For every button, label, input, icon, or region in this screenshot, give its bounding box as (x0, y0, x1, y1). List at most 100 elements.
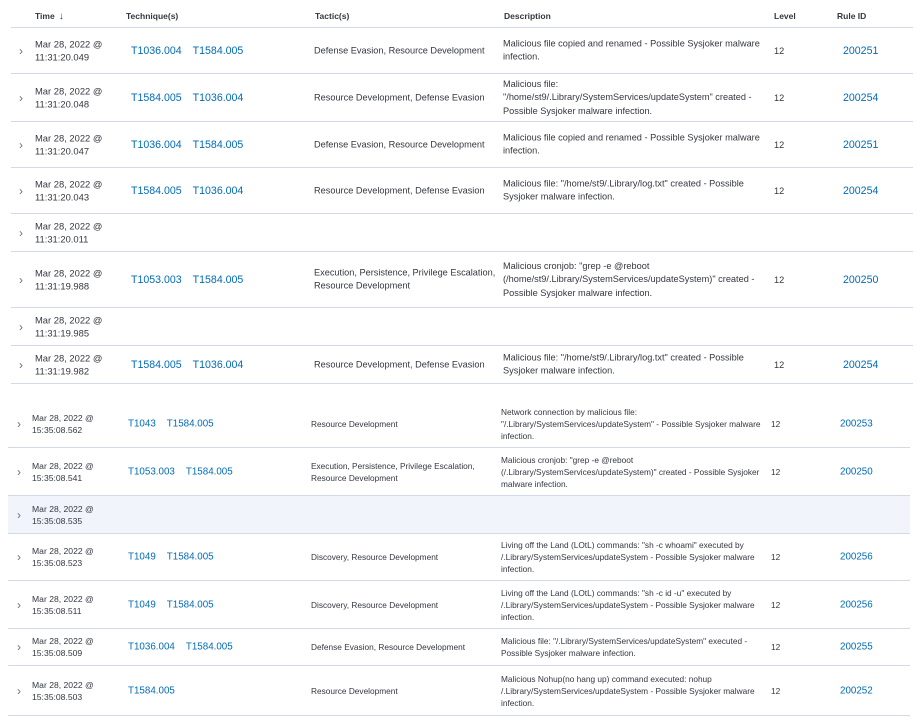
technique-link[interactable]: T1049 (128, 552, 156, 563)
table-row[interactable]: › Mar 28, 2022 @ 11:31:20.049 T1036.004 T158… (11, 28, 913, 74)
table-row[interactable]: › Mar 28, 2022 @15:35:08.503 T1584.005 Reso… (8, 666, 910, 716)
tactics-cell: Defense Evasion, Resource Development (311, 642, 466, 652)
chevron-right-icon[interactable]: › (14, 320, 28, 334)
technique-link[interactable]: T1036.004 (193, 92, 244, 104)
table-row[interactable]: › Mar 28, 2022 @ 11:31:20.043 T1584.005 T103… (11, 168, 913, 214)
technique-link[interactable]: T1584.005 (131, 185, 182, 197)
rule-id-link[interactable]: 200254 (843, 359, 878, 371)
technique-link[interactable]: T1584.005 (167, 599, 214, 610)
rule-id-link[interactable]: 200256 (840, 552, 873, 563)
technique-link[interactable]: T1584.005 (131, 92, 182, 104)
rule-id-link[interactable]: 200256 (840, 599, 873, 610)
chevron-right-icon[interactable]: › (14, 138, 28, 152)
timestamp: Mar 28, 2022 @ 11:31:20.048 (35, 84, 102, 111)
table-row[interactable]: › Mar 28, 2022 @ 11:31:19.985 (11, 308, 913, 346)
rule-id-link[interactable]: 200254 (843, 92, 878, 104)
table-row[interactable]: › Mar 28, 2022 @ 11:31:19.982 T1584.005 T103… (11, 346, 913, 384)
technique-link[interactable]: T1584.005 (131, 359, 182, 371)
technique-link[interactable]: T1043 (128, 419, 156, 430)
technique-link[interactable]: T1584.005 (193, 274, 244, 286)
chevron-right-icon[interactable]: › (12, 684, 26, 698)
techniques-cell: T1053.003 T1584.005 (131, 274, 254, 286)
chevron-right-icon[interactable]: › (12, 598, 26, 612)
technique-link[interactable]: T1036.004 (193, 185, 244, 197)
techniques-cell: T1043 T1584.005 (128, 419, 225, 430)
rule-id-link[interactable]: 200254 (843, 185, 878, 197)
techniques-cell: T1584.005 T1036.004 (131, 92, 254, 104)
tactics-cell: Execution, Persistence, Privilege Escala… (314, 267, 496, 291)
timestamp-date: Mar 28, 2022 @ (35, 178, 103, 189)
table-row[interactable]: › Mar 28, 2022 @ 11:31:20.048 T1584.005 T103… (11, 74, 913, 122)
chevron-right-icon[interactable]: › (14, 226, 28, 240)
technique-link[interactable]: T1584.005 (193, 139, 244, 151)
technique-link[interactable]: T1053.003 (128, 466, 175, 477)
chevron-right-icon[interactable]: › (14, 44, 28, 58)
timestamp-time: 11:31:20.011 (35, 233, 89, 245)
timestamp-time: 15:35:08.562 (32, 425, 83, 435)
rule-id-link[interactable]: 200251 (843, 45, 878, 57)
chevron-right-icon[interactable]: › (14, 184, 28, 198)
chevron-right-icon[interactable]: › (12, 508, 26, 522)
column-header-description[interactable]: Description (504, 11, 551, 21)
technique-link[interactable]: T1584.005 (193, 45, 244, 57)
table-row[interactable]: › Mar 28, 2022 @ 11:31:20.047 T1036.004 T158… (11, 122, 913, 168)
technique-link[interactable]: T1584.005 (167, 419, 214, 430)
table-row[interactable]: › Mar 28, 2022 @15:35:08.541 T1053.003 T158… (8, 448, 910, 496)
timestamp-date: Mar 28, 2022 @ (32, 679, 94, 690)
table-row[interactable]: › Mar 28, 2022 @ 11:31:20.011 (11, 214, 913, 252)
rule-id-link[interactable]: 200250 (840, 466, 873, 477)
technique-link[interactable]: T1584.005 (186, 466, 233, 477)
level-cell: 12 (774, 139, 785, 150)
timestamp-date: Mar 28, 2022 @ (35, 220, 103, 231)
level-cell: 12 (771, 599, 781, 610)
chevron-right-icon[interactable]: › (14, 358, 28, 372)
technique-link[interactable]: T1053.003 (131, 274, 182, 286)
chevron-right-icon[interactable]: › (14, 273, 28, 287)
table-row[interactable]: › Mar 28, 2022 @ 11:31:19.988 T1053.003 T158… (11, 252, 913, 308)
chevron-right-icon[interactable]: › (12, 417, 26, 431)
alerts-table-bottom: › Mar 28, 2022 @ 15:35:08.562 T1043 T1584.00… (8, 401, 910, 719)
description-cell: Living off the Land (LOtL) commands: "sh… (501, 587, 755, 622)
timestamp-time: 15:35:08.535 (32, 515, 83, 526)
technique-link[interactable]: T1036.004 (193, 359, 244, 371)
chevron-right-icon[interactable]: › (12, 465, 26, 479)
timestamp-date: Mar 28, 2022 @ (32, 546, 94, 556)
chevron-right-icon[interactable]: › (14, 91, 28, 105)
column-header-techniques[interactable]: Technique(s) (126, 11, 178, 21)
techniques-cell: T1049 T1584.005 (128, 599, 225, 610)
technique-link[interactable]: T1584.005 (167, 552, 214, 563)
rule-id-link[interactable]: 200253 (840, 419, 873, 430)
rule-id-link[interactable]: 200251 (843, 139, 878, 151)
rule-id-link[interactable]: 200252 (840, 685, 873, 696)
table-row[interactable]: › Mar 28, 2022 @ 15:35:08.509 T1036.004 T158… (8, 629, 910, 666)
column-header-rule-id[interactable]: Rule ID (837, 11, 866, 21)
chevron-right-icon[interactable]: › (12, 550, 26, 564)
column-header-level[interactable]: Level (774, 11, 796, 21)
technique-link[interactable]: T1036.004 (131, 139, 182, 151)
technique-link[interactable]: T1584.005 (128, 685, 175, 696)
technique-link[interactable]: T1036.004 (131, 45, 182, 57)
timestamp: Mar 28, 2022 @15:35:08.541 (32, 460, 94, 484)
arrow-down-icon[interactable]: ↓ (59, 11, 64, 22)
timestamp-time: 11:31:20.049 (35, 51, 90, 63)
timestamp: Mar 28, 2022 @ 11:31:20.011 (35, 219, 102, 246)
rule-id-link[interactable]: 200255 (840, 642, 873, 653)
table-row[interactable]: › Mar 28, 2022 @15:35:08.511 T1049 T1584.00… (8, 581, 910, 629)
table-row[interactable]: › Mar 28, 2022 @ 15:35:08.523 T1049 T1584.00… (8, 534, 910, 581)
rule-id-link[interactable]: 200250 (843, 274, 878, 286)
column-header-tactics[interactable]: Tactic(s) (315, 11, 349, 21)
technique-link[interactable]: T1036.004 (128, 642, 175, 653)
column-header-time[interactable]: Time ↓ (35, 11, 64, 22)
chevron-right-icon[interactable]: › (12, 640, 26, 654)
timestamp-date: Mar 28, 2022 @ (32, 503, 94, 514)
table-header: Time ↓ Technique(s) Tactic(s) Description… (11, 6, 913, 28)
table-row[interactable]: › Mar 28, 2022 @ 15:35:08.562 T1043 T1584.00… (8, 401, 910, 448)
level-cell: 12 (774, 45, 785, 56)
table-row[interactable]: › Mar 28, 2022 @15:35:08.535 (8, 496, 910, 534)
level-cell: 12 (771, 685, 781, 696)
technique-link[interactable]: T1584.005 (186, 642, 233, 653)
tactics-cell: Resource Development, Defense Evasion (314, 184, 485, 195)
timestamp-time: 15:35:08.511 (32, 605, 82, 616)
techniques-cell: T1036.004 T1584.005 (131, 139, 254, 151)
technique-link[interactable]: T1049 (128, 599, 156, 610)
